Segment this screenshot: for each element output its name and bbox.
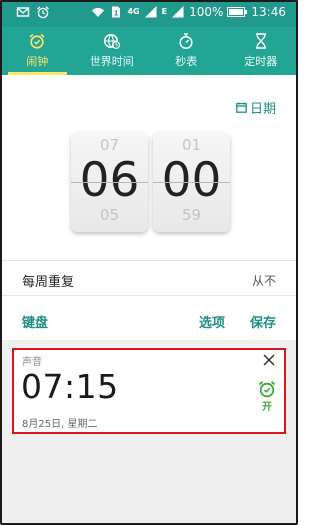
tab-label: 定时器 bbox=[244, 55, 278, 68]
weekly-repeat-label: 每周重复 bbox=[22, 275, 75, 290]
system-status: 1 4G E 100% 13:46 bbox=[91, 5, 286, 19]
alarm-time: 07:15 bbox=[21, 367, 119, 406]
hour-picker[interactable]: 07 06 05 bbox=[71, 132, 148, 232]
date-button-label: 日期 bbox=[249, 102, 276, 117]
tab-label: 世界时间 bbox=[89, 55, 134, 68]
sim-card-icon: 1 bbox=[109, 5, 123, 19]
minute-next-value: 59 bbox=[181, 206, 202, 224]
alarm-on-icon bbox=[258, 381, 276, 398]
network-type-label-2: E bbox=[161, 7, 168, 16]
minute-picker[interactable]: 01 00 59 bbox=[153, 132, 230, 232]
battery-percent: 100% bbox=[189, 5, 224, 19]
keyboard-button[interactable]: 键盘 bbox=[22, 312, 48, 331]
close-icon[interactable] bbox=[261, 352, 277, 368]
signal-icon-2 bbox=[171, 5, 185, 19]
network-type-label: 4G bbox=[127, 7, 140, 16]
alarm-editor: 日期 07 06 05 01 00 59 每周重复 从不 键盘 选项 保存 bbox=[2, 75, 296, 340]
weekly-repeat-value: 从不 bbox=[251, 274, 276, 288]
stopwatch-icon bbox=[177, 32, 195, 50]
minute-current-value: 00 bbox=[161, 153, 222, 208]
hourglass-icon bbox=[252, 32, 270, 50]
mail-icon bbox=[16, 5, 30, 19]
alarm-list: 声音 07:15 8月25日, 星期二 开 bbox=[2, 340, 296, 523]
date-button[interactable]: 日期 bbox=[236, 98, 276, 117]
battery-icon bbox=[227, 7, 248, 17]
picker-divider bbox=[153, 182, 230, 183]
tab-stopwatch[interactable]: 秒表 bbox=[149, 27, 224, 75]
globe-clock-icon bbox=[103, 32, 121, 50]
tab-bar: 闹钟 世界时间 秒表 定时器 bbox=[0, 27, 298, 75]
alarm-icon bbox=[28, 32, 46, 50]
tab-label: 秒表 bbox=[175, 55, 198, 68]
alarm-date: 8月25日, 星期二 bbox=[22, 419, 98, 430]
save-button[interactable]: 保存 bbox=[250, 312, 276, 331]
editor-actions: 键盘 选项 保存 bbox=[2, 309, 296, 333]
tab-world-clock[interactable]: 世界时间 bbox=[75, 27, 150, 75]
tab-alarm[interactable]: 闹钟 bbox=[0, 27, 75, 75]
hour-current-value: 06 bbox=[79, 153, 140, 208]
signal-icon bbox=[144, 5, 158, 19]
alarm-toggle[interactable]: 开 bbox=[255, 379, 279, 413]
alarm-item[interactable]: 声音 07:15 8月25日, 星期二 开 bbox=[12, 348, 286, 434]
sound-label: 声音 bbox=[22, 357, 42, 368]
calendar-icon bbox=[236, 102, 247, 113]
notification-icons bbox=[16, 5, 50, 19]
status-bar: 1 4G E 100% 13:46 bbox=[0, 0, 298, 27]
hour-next-value: 05 bbox=[99, 206, 120, 224]
svg-text:1: 1 bbox=[114, 10, 119, 18]
options-button[interactable]: 选项 bbox=[199, 312, 225, 331]
clock: 13:46 bbox=[251, 5, 286, 19]
alarm-toggle-label: 开 bbox=[262, 402, 272, 413]
weekly-repeat-row[interactable]: 每周重复 从不 bbox=[2, 260, 296, 296]
tab-label: 闹钟 bbox=[26, 55, 49, 68]
alarm-icon bbox=[36, 5, 50, 19]
picker-divider bbox=[71, 182, 148, 183]
tab-timer[interactable]: 定时器 bbox=[224, 27, 299, 75]
wifi-icon bbox=[91, 5, 105, 19]
